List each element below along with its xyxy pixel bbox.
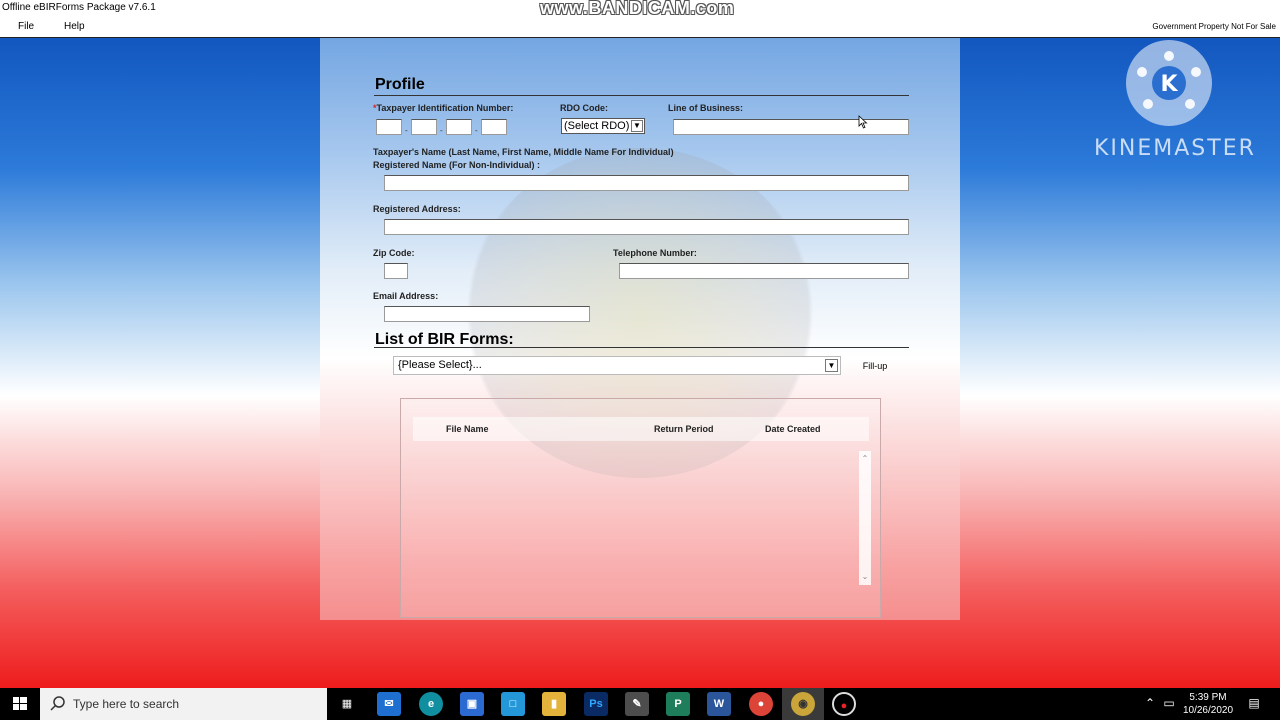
mail-icon[interactable]: ✉: [377, 692, 401, 716]
column-return-period: Return Period: [654, 424, 714, 434]
column-date-created: Date Created: [765, 424, 821, 434]
taxpayer-name-input[interactable]: [384, 175, 909, 192]
registered-address-input[interactable]: [384, 219, 909, 236]
recorder-watermark: www.BANDICAM.com: [540, 0, 735, 18]
line-of-business-label: Line of Business:: [668, 103, 744, 113]
ebirforms-seal-icon[interactable]: ◉: [791, 692, 815, 716]
tin-part-4-input[interactable]: [481, 119, 507, 136]
file-explorer-icon[interactable]: ▮: [542, 692, 566, 716]
search-icon: [50, 696, 65, 711]
saved-files-list: File Name Return Period Date Created ⌃ ⌄: [400, 398, 881, 618]
task-view-icon[interactable]: ▦: [335, 692, 359, 716]
profile-divider: [374, 95, 909, 96]
registered-address-label: Registered Address:: [373, 204, 461, 214]
calculator-app-icon[interactable]: □: [501, 692, 525, 716]
bir-form-select-value: {Please Select}...: [398, 359, 482, 371]
tin-part-1-input[interactable]: [376, 119, 402, 136]
clock-date: 10/26/2020: [1182, 705, 1234, 716]
taskbar-search-box[interactable]: Type here to search: [40, 688, 327, 720]
taskbar-clock[interactable]: 5:39 PM 10/26/2020: [1178, 691, 1238, 717]
tin-separator: -: [405, 126, 408, 135]
email-label: Email Address:: [373, 291, 439, 301]
chevron-down-icon: ▼: [631, 120, 643, 132]
scroll-down-icon[interactable]: ⌄: [859, 571, 871, 583]
mouse-cursor-icon: [858, 115, 868, 129]
chevron-down-icon: ▼: [825, 359, 838, 372]
email-input[interactable]: [384, 306, 590, 323]
kinemaster-logo-icon: K: [1126, 40, 1212, 126]
rdo-label: RDO Code:: [560, 103, 608, 113]
profile-heading: Profile: [375, 76, 425, 93]
window-title: Offline eBIRForms Package v7.6.1: [2, 2, 156, 13]
zip-code-label: Zip Code:: [373, 248, 415, 258]
scroll-up-icon[interactable]: ⌃: [859, 453, 871, 465]
edge-icon[interactable]: e: [419, 692, 443, 716]
files-table-header: File Name Return Period Date Created: [413, 417, 869, 441]
files-scrollbar[interactable]: ⌃ ⌄: [859, 451, 871, 585]
chevron-up-icon[interactable]: ⌃: [1143, 696, 1157, 710]
clock-time: 5:39 PM: [1189, 692, 1227, 703]
word-icon[interactable]: W: [707, 692, 731, 716]
start-button[interactable]: [0, 688, 40, 720]
fill-up-button[interactable]: Fill-up: [850, 357, 900, 375]
search-placeholder: Type here to search: [73, 697, 180, 711]
tin-label: *Taxpayer Identification Number:: [373, 103, 513, 113]
tin-part-3-input[interactable]: [446, 119, 472, 136]
kinemaster-text: KINEMASTER: [1094, 136, 1256, 161]
tin-separator: -: [440, 126, 443, 135]
notification-icon[interactable]: ▤: [1247, 696, 1261, 710]
photoshop-icon[interactable]: Ps: [584, 692, 608, 716]
tin-label-text: Taxpayer Identification Number:: [376, 103, 514, 113]
taxpayer-name-label-1: Taxpayer's Name (Last Name, First Name, …: [373, 147, 674, 157]
telephone-input[interactable]: [619, 263, 909, 280]
pen-tool-icon[interactable]: ✎: [625, 692, 649, 716]
menu-file[interactable]: File: [18, 21, 34, 32]
battery-icon[interactable]: ▭: [1162, 696, 1176, 710]
tin-part-2-input[interactable]: [411, 119, 437, 136]
publisher-icon[interactable]: P: [666, 692, 690, 716]
government-notice: Government Property Not For Sale: [1152, 22, 1276, 31]
taxpayer-name-label-2: Registered Name (For Non-Individual) :: [373, 160, 541, 170]
zip-code-input[interactable]: [384, 263, 408, 280]
menu-bar: File Help Government Property Not For Sa…: [0, 18, 1280, 38]
line-of-business-input[interactable]: [673, 119, 909, 136]
bir-form-select[interactable]: {Please Select}... ▼: [393, 356, 841, 375]
menu-help[interactable]: Help: [64, 21, 85, 32]
rdo-select-value: (Select RDO): [564, 120, 630, 132]
rdo-select[interactable]: (Select RDO) ▼: [561, 118, 645, 134]
tin-separator: -: [475, 126, 478, 135]
bir-forms-divider: [374, 347, 909, 348]
title-bar: Offline eBIRForms Package v7.6.1 www.BAN…: [0, 0, 1280, 18]
svg-text:K: K: [1160, 72, 1178, 97]
column-file-name: File Name: [446, 424, 489, 434]
bandicam-record-icon[interactable]: ●: [832, 692, 856, 716]
store-icon[interactable]: ▣: [460, 692, 484, 716]
telephone-label: Telephone Number:: [613, 248, 697, 258]
chrome-icon[interactable]: ●: [749, 692, 773, 716]
taskbar: Type here to search ▦ ✉ e ▣ □ ▮ Ps ✎ P W…: [0, 688, 1280, 720]
windows-icon: [13, 697, 27, 710]
